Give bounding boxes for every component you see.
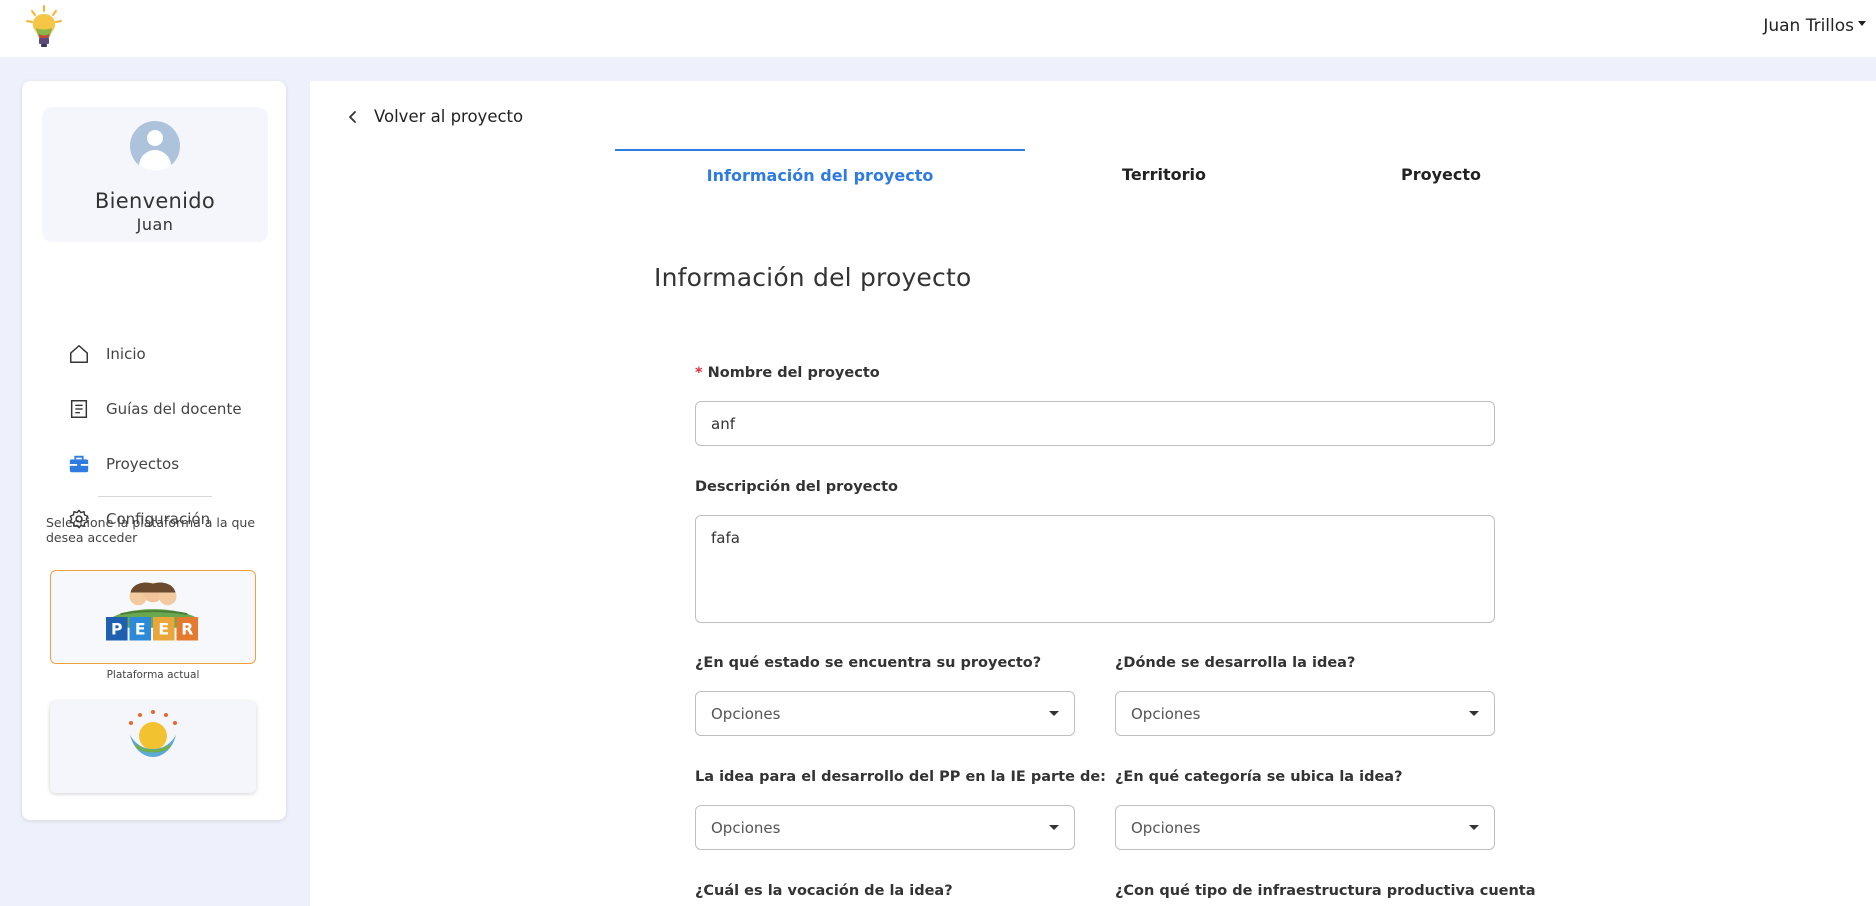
sidebar-divider xyxy=(98,496,212,497)
tab-proyecto[interactable]: Proyecto xyxy=(1303,149,1579,199)
project-name-input[interactable]: anf xyxy=(695,401,1495,446)
top-bar: Juan Trillos xyxy=(0,0,1876,57)
platform-card-peer[interactable]: P E E R xyxy=(50,570,256,664)
svg-text:P: P xyxy=(111,620,122,639)
idea-location-label: ¿Dónde se desarrolla la idea? xyxy=(1115,655,1356,671)
tab-informacion[interactable]: Información del proyecto xyxy=(615,149,1025,199)
caret-down-icon xyxy=(1049,711,1059,716)
lightbulb-logo-icon[interactable] xyxy=(24,4,64,50)
peer-logo-icon: P E E R xyxy=(106,582,199,641)
idea-origin-select[interactable]: Opciones xyxy=(695,805,1075,850)
idea-category-select[interactable]: Opciones xyxy=(1115,805,1495,850)
user-menu[interactable]: Juan Trillos xyxy=(1763,16,1866,36)
welcome-name: Juan xyxy=(136,215,174,234)
sidebar-item-proyectos[interactable]: Proyectos xyxy=(68,449,179,479)
idea-vocation-label: ¿Cuál es la vocación de la idea? xyxy=(695,883,953,899)
tab-bar: Información del proyecto Territorio Proy… xyxy=(615,149,1513,199)
red-maestros-logo-icon xyxy=(129,710,177,757)
project-state-value: Opciones xyxy=(711,704,781,723)
avatar-icon xyxy=(130,121,180,171)
project-description-label: Descripción del proyecto xyxy=(695,479,898,495)
project-description-textarea[interactable]: fafa xyxy=(695,515,1495,623)
idea-origin-value: Opciones xyxy=(711,818,781,837)
user-name[interactable]: Juan Trillos xyxy=(1763,16,1854,36)
back-link-label: Volver al proyecto xyxy=(374,107,524,126)
sidebar-item-inicio[interactable]: Inicio xyxy=(68,339,146,369)
back-to-project-link[interactable]: Volver al proyecto xyxy=(346,107,523,126)
platform-current-caption: Plataforma actual xyxy=(106,669,200,681)
section-title: Información del proyecto xyxy=(654,263,972,292)
sidebar: Bienvenido Juan Inicio Guías del docente xyxy=(22,81,286,820)
caret-down-icon xyxy=(1049,825,1059,830)
idea-origin-label: La idea para el desarrollo del PP en la … xyxy=(695,769,1106,785)
project-name-value: anf xyxy=(711,414,735,433)
idea-category-value: Opciones xyxy=(1131,818,1201,837)
main-panel: Volver al proyecto Información del proye… xyxy=(310,81,1876,906)
project-name-label: * Nombre del proyecto xyxy=(695,365,880,381)
briefcase-icon xyxy=(69,455,89,473)
sidebar-item-guias[interactable]: Guías del docente xyxy=(68,394,242,424)
project-description-value: fafa xyxy=(711,529,740,547)
svg-text:E: E xyxy=(135,620,146,639)
svg-text:R: R xyxy=(181,620,193,639)
required-asterisk: * xyxy=(695,365,703,381)
welcome-card: Bienvenido Juan xyxy=(42,107,268,242)
home-icon xyxy=(70,345,88,363)
idea-location-select[interactable]: Opciones xyxy=(1115,691,1495,736)
infrastructure-label: ¿Con qué tipo de infraestructura product… xyxy=(1115,883,1536,899)
idea-category-label: ¿En qué categoría se ubica la idea? xyxy=(1115,769,1403,785)
idea-location-value: Opciones xyxy=(1131,704,1201,723)
sidebar-item-label: Proyectos xyxy=(106,455,180,473)
project-state-select[interactable]: Opciones xyxy=(695,691,1075,736)
project-state-label: ¿En qué estado se encuentra su proyecto? xyxy=(695,655,1042,671)
caret-down-icon xyxy=(1858,20,1866,26)
chevron-left-icon xyxy=(349,110,356,123)
svg-text:E: E xyxy=(158,620,169,639)
platform-card-red-maestros[interactable] xyxy=(50,701,256,793)
document-icon xyxy=(70,400,88,418)
platform-hint: Seleccione la plataforma a la que desea … xyxy=(46,515,256,545)
tab-territorio[interactable]: Territorio xyxy=(1025,149,1303,199)
sidebar-item-label: Guías del docente xyxy=(106,400,242,418)
caret-down-icon xyxy=(1469,711,1479,716)
welcome-title: Bienvenido xyxy=(94,189,216,213)
caret-down-icon xyxy=(1469,825,1479,830)
sidebar-item-label: Inicio xyxy=(106,345,146,363)
